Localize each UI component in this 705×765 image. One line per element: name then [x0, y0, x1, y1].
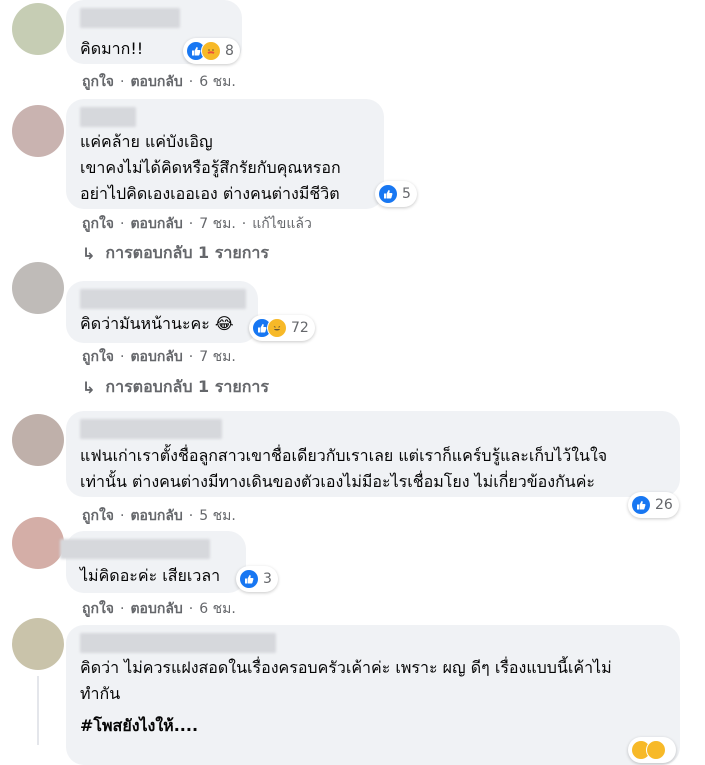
like-link[interactable]: ถูกใจ	[82, 72, 114, 92]
reply-link[interactable]: ตอบกลับ	[130, 506, 182, 526]
author-name-redacted[interactable]	[80, 289, 246, 309]
author-name-redacted[interactable]	[60, 539, 210, 559]
like-link[interactable]: ถูกใจ	[82, 347, 114, 367]
timestamp[interactable]: 6 ชม.	[199, 72, 236, 92]
comment-actions: ถูกใจ · ตอบกลับ · 6 ชม.	[82, 72, 236, 92]
reply-link[interactable]: ตอบกลับ	[130, 72, 182, 92]
comment-actions: ถูกใจ · ตอบกลับ · 7 ชม. · แก้ไขแล้ว	[82, 214, 312, 234]
timestamp[interactable]: 6 ชม.	[199, 599, 236, 619]
reply-link[interactable]: ตอบกลับ	[130, 347, 182, 367]
like-link[interactable]: ถูกใจ	[82, 599, 114, 619]
like-reaction-icon	[631, 495, 651, 515]
avatar[interactable]	[12, 3, 64, 55]
comment-bubble: คิดว่า ไม่ควรแฝงสอดในเรื่องครอบครัวเค้าค…	[66, 625, 680, 765]
author-name-redacted[interactable]	[80, 8, 180, 28]
care-reaction-icon	[646, 740, 666, 760]
reaction-summary[interactable]	[628, 737, 676, 763]
reaction-count: 72	[291, 320, 309, 336]
reply-arrow-icon: ↳	[82, 377, 96, 397]
reaction-count: 26	[655, 497, 673, 513]
comment-bubble: แฟนเก่าเราตั้งชื่อลูกสาวเขาชื่อเดียวกับเ…	[66, 411, 680, 497]
like-link[interactable]: ถูกใจ	[82, 214, 114, 234]
comment-text: คิดว่า ไม่ควรแฝงสอดในเรื่องครอบครัวเค้าค…	[80, 658, 612, 703]
reaction-count: 3	[263, 571, 272, 587]
reply-link[interactable]: ตอบกลับ	[130, 599, 182, 619]
comment-text: คิดว่ามันหน้านะคะ 😂	[80, 314, 234, 333]
reply-link[interactable]: ตอบกลับ	[130, 214, 182, 234]
replies-label: การตอบกลับ 1 รายการ	[105, 242, 269, 262]
comment-bubble: แค่คล้าย แค่บังเอิญ เขาคงไม่ได้คิดหรือรู…	[66, 99, 384, 209]
reaction-summary[interactable]: 26	[628, 492, 679, 518]
like-link[interactable]: ถูกใจ	[82, 506, 114, 526]
like-reaction-icon	[378, 184, 398, 204]
reaction-count: 8	[225, 43, 234, 59]
hashtag-link[interactable]: #โพสยังไงให้....	[80, 713, 198, 739]
avatar[interactable]	[12, 414, 64, 466]
comment-actions: ถูกใจ · ตอบกลับ · 6 ชม.	[82, 599, 236, 619]
avatar[interactable]	[12, 105, 64, 157]
view-replies-link[interactable]: ↳ การตอบกลับ 1 รายการ	[82, 376, 269, 398]
reaction-summary[interactable]: 3	[236, 566, 278, 592]
reply-arrow-icon: ↳	[82, 243, 96, 263]
comment-text: แค่คล้าย แค่บังเอิญ เขาคงไม่ได้คิดหรือรู…	[80, 132, 341, 203]
timestamp[interactable]: 5 ชม.	[199, 506, 236, 526]
like-reaction-icon	[239, 569, 259, 589]
author-name-redacted[interactable]	[80, 419, 222, 439]
avatar[interactable]	[12, 517, 64, 569]
comment-actions: ถูกใจ · ตอบกลับ · 7 ชม.	[82, 347, 236, 367]
avatar[interactable]	[12, 262, 64, 314]
reaction-summary[interactable]: 5	[375, 181, 417, 207]
timestamp[interactable]: 7 ชม.	[199, 214, 236, 234]
reaction-count: 5	[402, 186, 411, 202]
haha-reaction-icon	[267, 318, 287, 338]
reaction-summary[interactable]: 72	[249, 315, 315, 341]
reaction-summary[interactable]: 8	[183, 38, 240, 64]
edited-label: แก้ไขแล้ว	[252, 216, 312, 232]
comment-text: คิดมาก!!	[80, 39, 144, 58]
thread-line	[37, 676, 39, 745]
comment-text: แฟนเก่าเราตั้งชื่อลูกสาวเขาชื่อเดียวกับเ…	[80, 446, 608, 491]
comment-bubble: ไม่คิดอะค่ะ เสียเวลา	[60, 531, 246, 593]
comment-text: ไม่คิดอะค่ะ เสียเวลา	[80, 566, 221, 585]
view-replies-link[interactable]: ↳ การตอบกลับ 1 รายการ	[82, 242, 269, 264]
avatar[interactable]	[12, 618, 64, 670]
replies-label: การตอบกลับ 1 รายการ	[105, 376, 269, 396]
comment-actions: ถูกใจ · ตอบกลับ · 5 ชม.	[82, 506, 236, 526]
timestamp[interactable]: 7 ชม.	[199, 347, 236, 367]
comment-bubble: คิดว่ามันหน้านะคะ 😂	[66, 281, 258, 343]
author-name-redacted[interactable]	[80, 107, 136, 127]
care-reaction-icon	[201, 41, 221, 61]
author-name-redacted[interactable]	[80, 633, 276, 653]
